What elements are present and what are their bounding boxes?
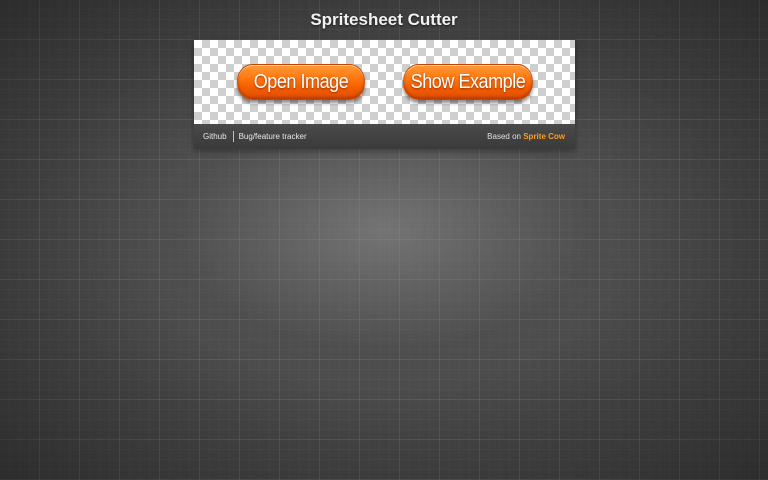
start-panel: Open Image Show Example Github Bug/featur… xyxy=(194,40,575,149)
sprite-cow-link[interactable]: Sprite Cow xyxy=(523,132,565,141)
footer-credit: Based on Sprite Cow xyxy=(487,124,565,149)
panel-footer: Github Bug/feature tracker Based on Sprit… xyxy=(194,124,575,149)
footer-separator xyxy=(232,131,234,143)
show-example-button[interactable]: Show Example xyxy=(403,64,533,100)
bug-tracker-link[interactable]: Bug/feature tracker xyxy=(239,132,307,141)
github-link[interactable]: Github xyxy=(203,132,227,141)
based-on-text: Based on xyxy=(487,132,521,141)
open-image-button[interactable]: Open Image xyxy=(237,64,365,100)
footer-links: Github Bug/feature tracker xyxy=(203,124,307,149)
page-title: Spritesheet Cutter xyxy=(310,10,458,29)
transparency-checkerboard: Open Image Show Example xyxy=(194,40,575,124)
